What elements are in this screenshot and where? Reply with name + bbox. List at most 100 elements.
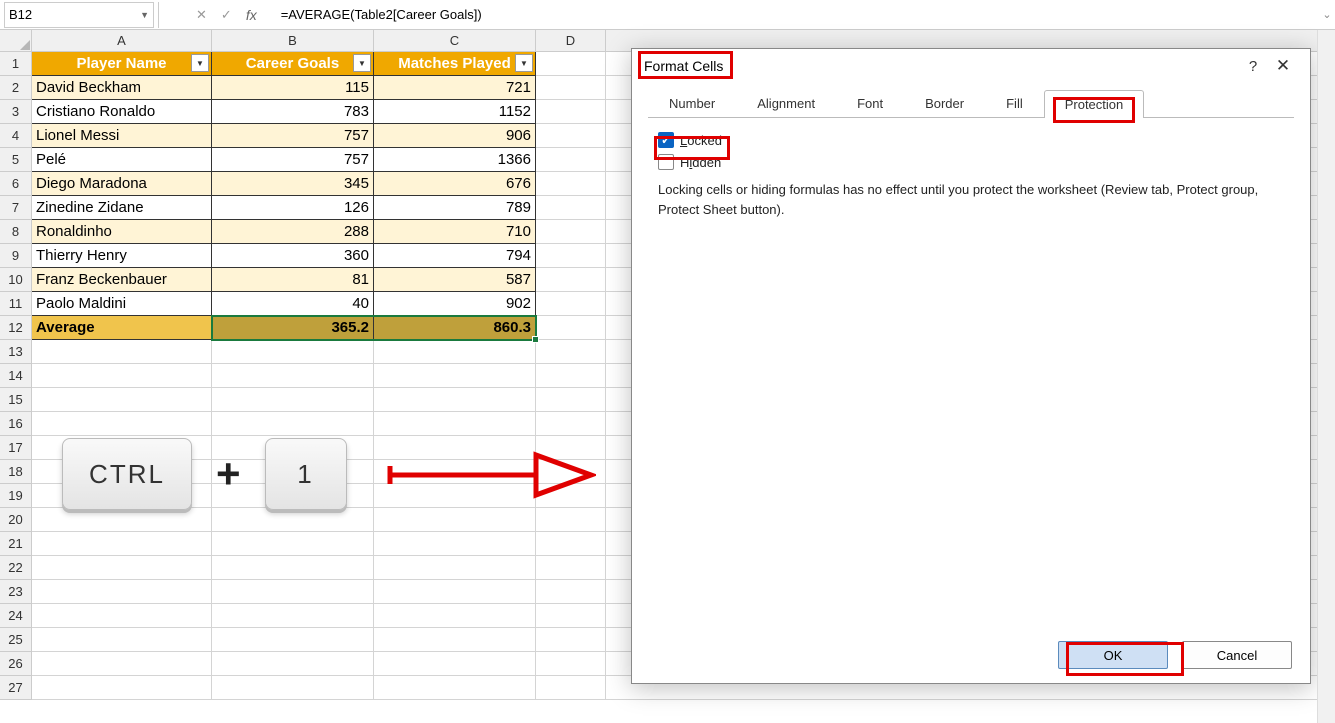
cell[interactable] — [212, 676, 374, 700]
cell[interactable] — [374, 676, 536, 700]
cell[interactable] — [32, 604, 212, 628]
cell[interactable] — [32, 412, 212, 436]
cell[interactable] — [374, 628, 536, 652]
row-header[interactable]: 9 — [0, 244, 32, 268]
cell[interactable] — [374, 556, 536, 580]
table-header-career-goals[interactable]: Career Goals ▼ — [212, 52, 374, 76]
cell[interactable] — [32, 556, 212, 580]
cell-goals[interactable]: 81 — [212, 268, 374, 292]
cell[interactable] — [374, 604, 536, 628]
cell[interactable] — [212, 340, 374, 364]
cell-player[interactable]: Paolo Maldini — [32, 292, 212, 316]
cell[interactable] — [536, 148, 606, 172]
cell[interactable] — [536, 52, 606, 76]
row-header[interactable]: 24 — [0, 604, 32, 628]
cell[interactable] — [536, 316, 606, 340]
cell-player[interactable]: Thierry Henry — [32, 244, 212, 268]
row-header[interactable]: 16 — [0, 412, 32, 436]
row-header[interactable]: 13 — [0, 340, 32, 364]
cell[interactable] — [32, 532, 212, 556]
select-all-corner[interactable] — [0, 30, 32, 52]
cell[interactable] — [536, 388, 606, 412]
tab-font[interactable]: Font — [836, 89, 904, 117]
tab-protection[interactable]: Protection — [1044, 90, 1145, 118]
cell[interactable] — [212, 628, 374, 652]
cell[interactable] — [536, 268, 606, 292]
cell[interactable] — [374, 364, 536, 388]
cell[interactable] — [536, 556, 606, 580]
cell-matches[interactable]: 1366 — [374, 148, 536, 172]
cell-player[interactable]: Lionel Messi — [32, 124, 212, 148]
row-header[interactable]: 20 — [0, 508, 32, 532]
cell[interactable] — [212, 556, 374, 580]
hidden-option[interactable]: Hidden — [658, 154, 1284, 170]
filter-dropdown-icon[interactable]: ▼ — [515, 54, 533, 72]
cell[interactable] — [536, 340, 606, 364]
row-header[interactable]: 18 — [0, 460, 32, 484]
cell[interactable] — [32, 628, 212, 652]
filter-dropdown-icon[interactable]: ▼ — [191, 54, 209, 72]
cell[interactable] — [32, 388, 212, 412]
formula-bar-expand-icon[interactable]: ⌄ — [1319, 8, 1335, 21]
row-header[interactable]: 10 — [0, 268, 32, 292]
cell[interactable] — [32, 652, 212, 676]
cell[interactable] — [536, 76, 606, 100]
row-header[interactable]: 5 — [0, 148, 32, 172]
cell[interactable] — [32, 508, 212, 532]
col-header-A[interactable]: A — [32, 30, 212, 52]
cell-goals[interactable]: 360 — [212, 244, 374, 268]
cell[interactable] — [536, 628, 606, 652]
tab-number[interactable]: Number — [648, 89, 736, 117]
cell[interactable] — [212, 412, 374, 436]
tab-alignment[interactable]: Alignment — [736, 89, 836, 117]
cell[interactable] — [536, 196, 606, 220]
cell[interactable] — [374, 340, 536, 364]
cancel-icon[interactable]: ✕ — [196, 7, 207, 23]
cell-matches[interactable]: 710 — [374, 220, 536, 244]
cell-average-matches[interactable]: 860.3 — [374, 316, 536, 340]
locked-checkbox[interactable] — [658, 132, 674, 148]
row-header[interactable]: 22 — [0, 556, 32, 580]
cell[interactable] — [536, 676, 606, 700]
cell[interactable] — [536, 652, 606, 676]
help-icon[interactable]: ? — [1238, 58, 1268, 75]
cell[interactable] — [32, 676, 212, 700]
cell-matches[interactable]: 676 — [374, 172, 536, 196]
locked-option[interactable]: Locked — [658, 132, 1284, 148]
row-header[interactable]: 27 — [0, 676, 32, 700]
selection-handle[interactable] — [532, 336, 539, 343]
cell-goals[interactable]: 345 — [212, 172, 374, 196]
fx-icon[interactable]: fx — [246, 7, 257, 23]
row-header[interactable]: 6 — [0, 172, 32, 196]
row-header[interactable]: 21 — [0, 532, 32, 556]
cell[interactable] — [536, 172, 606, 196]
cell[interactable] — [536, 124, 606, 148]
cell[interactable] — [536, 292, 606, 316]
cell[interactable] — [374, 388, 536, 412]
cell-goals[interactable]: 757 — [212, 124, 374, 148]
row-header[interactable]: 15 — [0, 388, 32, 412]
cell[interactable] — [536, 580, 606, 604]
cell[interactable] — [536, 532, 606, 556]
cell[interactable] — [536, 604, 606, 628]
cell-player[interactable]: Ronaldinho — [32, 220, 212, 244]
cell[interactable] — [212, 388, 374, 412]
cell[interactable] — [212, 604, 374, 628]
row-header[interactable]: 25 — [0, 628, 32, 652]
dialog-titlebar[interactable]: Format Cells ? ✕ — [632, 49, 1310, 83]
row-header[interactable]: 4 — [0, 124, 32, 148]
cell-matches[interactable]: 1152 — [374, 100, 536, 124]
formula-input[interactable] — [275, 2, 1319, 28]
tab-border[interactable]: Border — [904, 89, 985, 117]
cell-goals[interactable]: 757 — [212, 148, 374, 172]
cell[interactable] — [32, 580, 212, 604]
row-header[interactable]: 7 — [0, 196, 32, 220]
cell[interactable] — [536, 244, 606, 268]
cell[interactable] — [212, 532, 374, 556]
enter-icon[interactable]: ✓ — [221, 7, 232, 23]
col-header-B[interactable]: B — [212, 30, 374, 52]
cell-player[interactable]: Diego Maradona — [32, 172, 212, 196]
row-header-1[interactable]: 1 — [0, 52, 32, 76]
cell-player[interactable]: Pelé — [32, 148, 212, 172]
cell-matches[interactable]: 902 — [374, 292, 536, 316]
